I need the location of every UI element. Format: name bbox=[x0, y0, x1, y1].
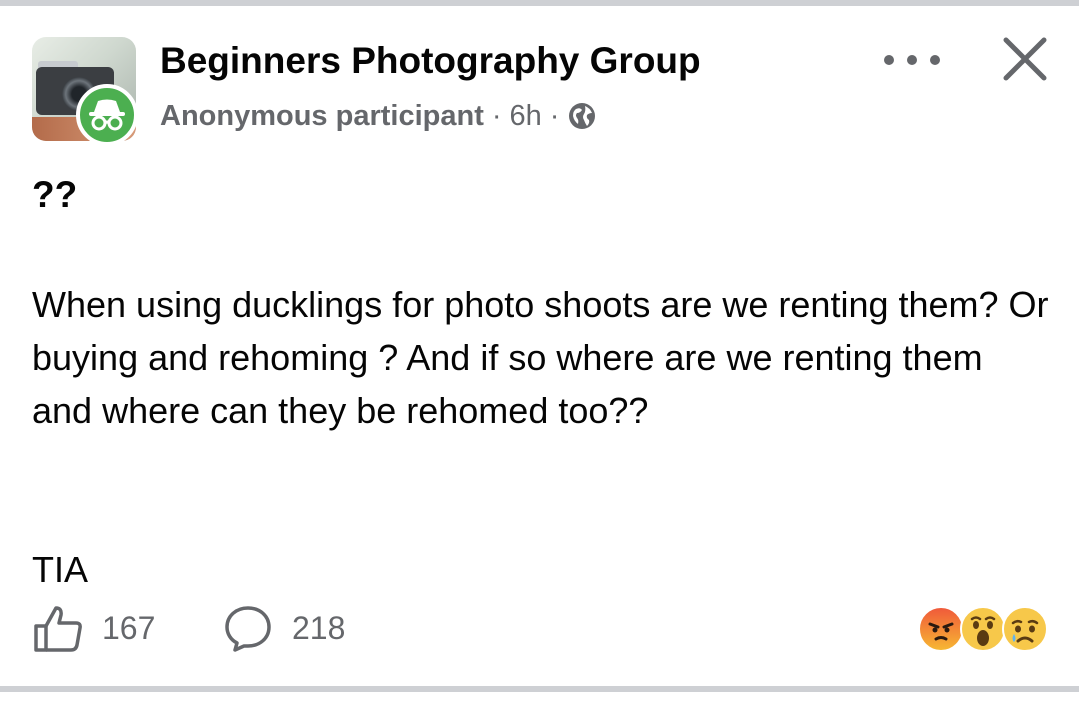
reactions-summary[interactable] bbox=[918, 606, 1050, 652]
post-time[interactable]: 6h bbox=[510, 100, 542, 133]
sad-reaction-icon bbox=[1002, 606, 1048, 652]
more-options-icon bbox=[907, 55, 917, 65]
meta-separator: · bbox=[491, 99, 502, 132]
more-options-icon bbox=[930, 55, 940, 65]
post-sign-off: TIA bbox=[32, 549, 89, 590]
more-options-icon bbox=[884, 55, 894, 65]
likes-count: 167 bbox=[102, 609, 156, 646]
thumbs-up-icon bbox=[34, 606, 82, 652]
comment-bubble-icon bbox=[225, 606, 271, 652]
wow-reaction-icon bbox=[960, 606, 1006, 652]
top-divider bbox=[0, 0, 1079, 6]
more-options-button[interactable] bbox=[884, 42, 940, 78]
angry-reaction-icon bbox=[918, 606, 964, 652]
post-headline: ?? bbox=[32, 174, 78, 215]
anonymous-badge bbox=[76, 84, 138, 146]
post-meta: Anonymous participant · 6h · bbox=[160, 98, 597, 134]
close-icon[interactable] bbox=[1002, 36, 1048, 82]
group-name-link[interactable]: Beginners Photography Group bbox=[160, 40, 701, 82]
author-name[interactable]: Anonymous participant bbox=[160, 100, 484, 133]
incognito-icon bbox=[89, 99, 125, 131]
bottom-divider bbox=[0, 686, 1079, 692]
meta-separator: · bbox=[549, 99, 560, 132]
post-body: When using ducklings for photo shoots ar… bbox=[32, 278, 1052, 596]
comment-button[interactable]: 218 bbox=[222, 600, 345, 656]
globe-icon bbox=[569, 103, 596, 129]
post-body-text: When using ducklings for photo shoots ar… bbox=[32, 284, 1049, 431]
like-button[interactable]: 167 bbox=[32, 600, 155, 656]
comments-count: 218 bbox=[292, 609, 346, 646]
